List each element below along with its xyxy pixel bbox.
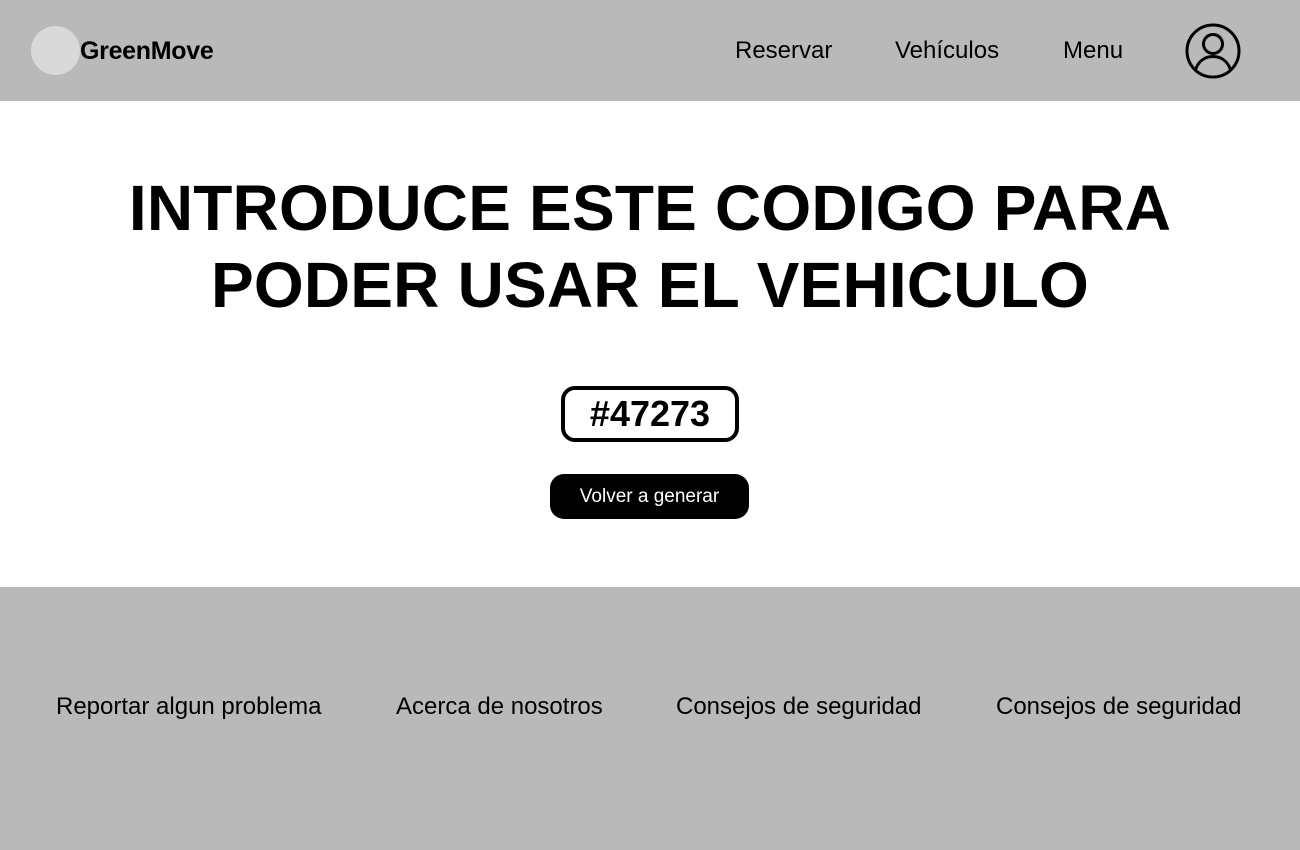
regenerate-code-button[interactable]: Volver a generar xyxy=(550,474,749,519)
user-circle-icon xyxy=(1185,23,1241,79)
page-title: INTRODUCE ESTE CODIGO PARA PODER USAR EL… xyxy=(0,170,1300,324)
brand-name[interactable]: GreenMove xyxy=(80,36,214,66)
page-title-line-1: INTRODUCE ESTE CODIGO PARA xyxy=(128,172,1172,244)
nav-menu[interactable]: Menu xyxy=(1063,36,1123,66)
nav-vehiculos[interactable]: Vehículos xyxy=(895,36,999,66)
footer-link-report-problem[interactable]: Reportar algun problema xyxy=(56,692,322,722)
user-account-icon[interactable] xyxy=(1185,23,1241,79)
logo-icon[interactable] xyxy=(31,26,80,75)
footer-link-safety-tips-2[interactable]: Consejos de seguridad xyxy=(996,692,1242,722)
footer: Reportar algun problema Acerca de nosotr… xyxy=(0,587,1300,850)
top-navbar: GreenMove Reservar Vehículos Menu xyxy=(0,0,1300,101)
vehicle-code: #47273 xyxy=(561,386,739,442)
footer-link-about-us[interactable]: Acerca de nosotros xyxy=(396,692,603,722)
footer-link-safety-tips[interactable]: Consejos de seguridad xyxy=(676,692,922,722)
nav-reservar[interactable]: Reservar xyxy=(735,36,832,66)
page-title-line-2: PODER USAR EL VEHICULO xyxy=(211,249,1089,321)
